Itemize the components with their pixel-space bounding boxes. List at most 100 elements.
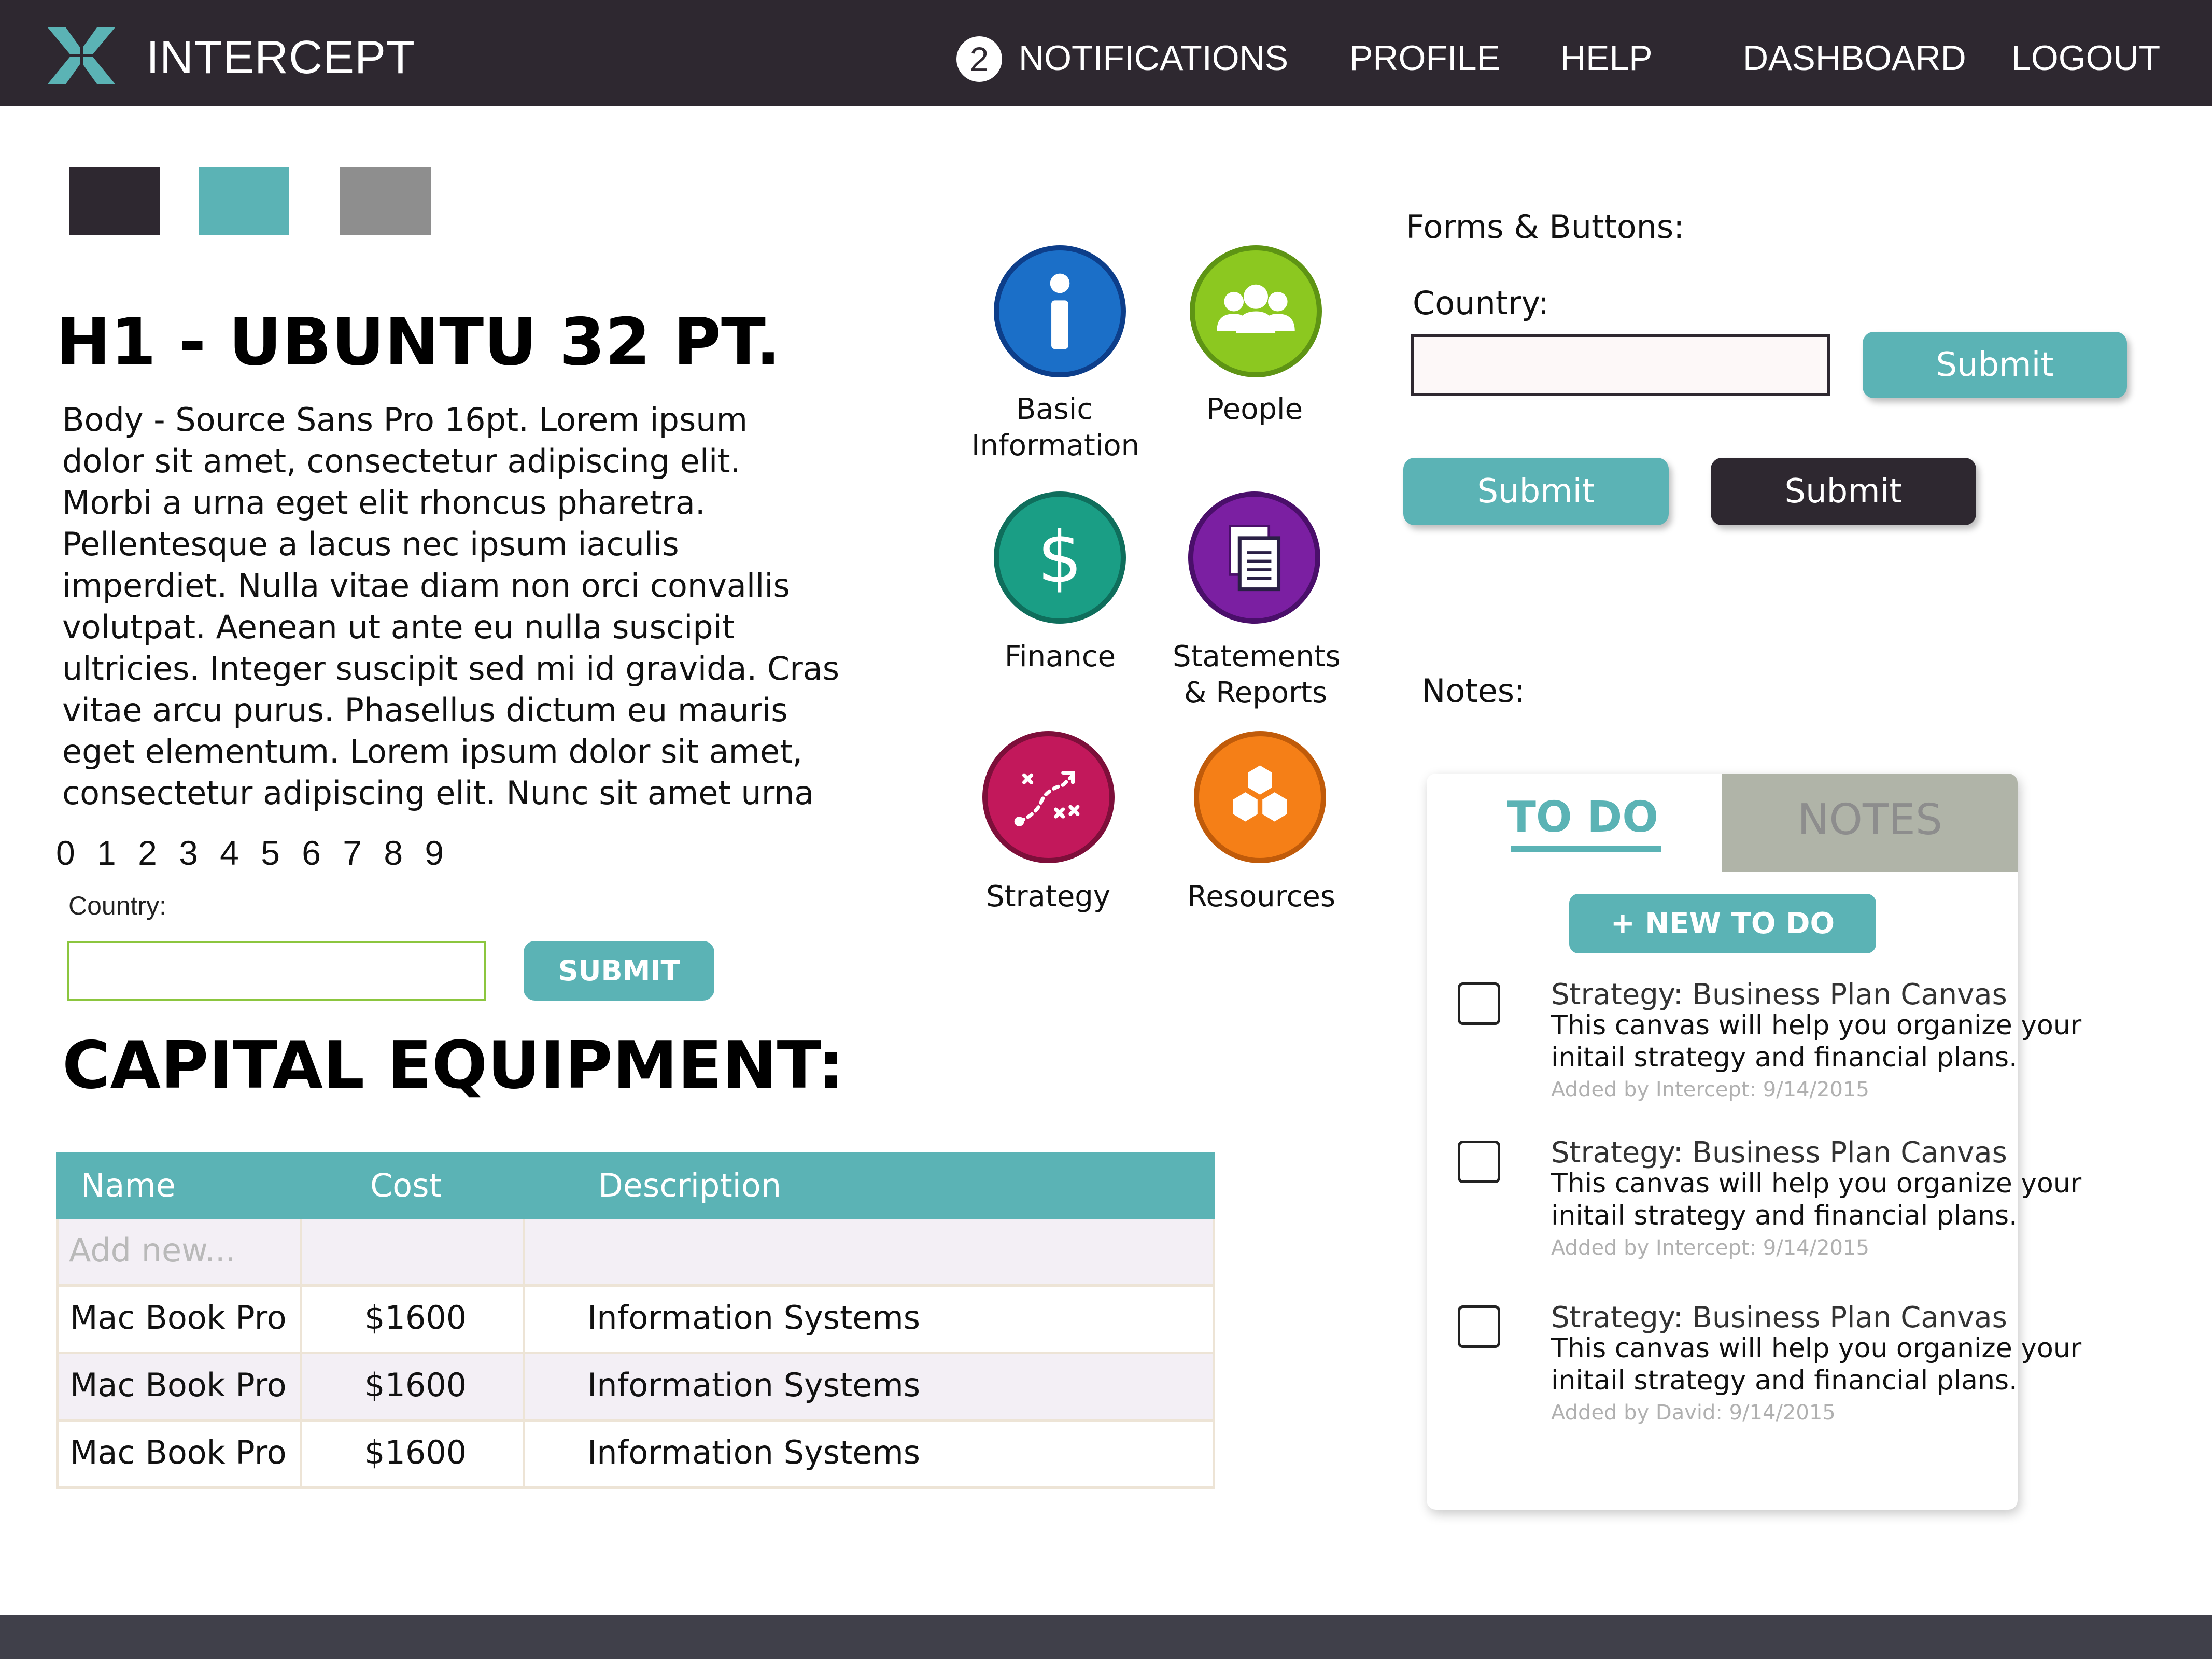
country-label: Country: bbox=[1413, 284, 1549, 322]
country-input[interactable] bbox=[1411, 334, 1830, 396]
nav-logout[interactable]: LOGOUT bbox=[2011, 32, 2160, 84]
cell-divider bbox=[523, 1422, 525, 1486]
country-input-small[interactable] bbox=[67, 941, 486, 1001]
todo-description-line: This canvas will help you organize your bbox=[1551, 1333, 2082, 1364]
dollar-icon: $ bbox=[1037, 517, 1082, 599]
tab-todo[interactable]: TO DO bbox=[1507, 789, 1658, 846]
todo-description: This canvas will help you organize your … bbox=[1551, 1009, 2082, 1074]
people-button[interactable] bbox=[1190, 245, 1322, 377]
body-line: Pellentesque a lacus nec ipsum iaculis bbox=[62, 525, 679, 563]
cell-divider bbox=[300, 1219, 302, 1284]
cell-divider bbox=[523, 1354, 525, 1419]
cell-name: Mac Book Pro bbox=[70, 1299, 287, 1337]
add-new-row[interactable]: Add new... bbox=[56, 1219, 1215, 1287]
nav-dashboard[interactable]: DASHBOARD bbox=[1743, 32, 1966, 84]
todo-description: This canvas will help you organize your … bbox=[1551, 1168, 2082, 1232]
statements-reports-label: Statements bbox=[1173, 640, 1341, 673]
basic-information-button[interactable] bbox=[994, 245, 1126, 377]
body-line: Morbi a urna eget elit rhoncus pharetra. bbox=[62, 484, 706, 522]
color-swatch-gray bbox=[340, 167, 431, 235]
todo-meta: Added by Intercept: 9/14/2015 bbox=[1551, 1078, 1869, 1102]
color-swatch-dark bbox=[69, 167, 160, 235]
cell-divider bbox=[300, 1287, 302, 1352]
info-icon bbox=[1050, 273, 1070, 349]
cell-description: Information Systems bbox=[587, 1366, 921, 1404]
nav-profile[interactable]: PROFILE bbox=[1349, 32, 1500, 84]
basic-information-label: Basic bbox=[1016, 392, 1093, 426]
cell-divider bbox=[523, 1287, 525, 1352]
finance-button[interactable]: $ bbox=[994, 491, 1126, 624]
cell-divider bbox=[523, 1219, 525, 1284]
body-line: volutpat. Aenean ut ante eu nulla suscip… bbox=[62, 608, 735, 646]
statements-reports-label-line2: & Reports bbox=[1184, 676, 1328, 710]
nav-notifications[interactable]: NOTIFICATIONS bbox=[1019, 32, 1288, 84]
intercept-x-logo-icon[interactable] bbox=[43, 23, 120, 88]
column-header-cost[interactable]: Cost bbox=[370, 1152, 442, 1219]
top-navigation-bar: INTERCEPT 2 NOTIFICATIONS PROFILE HELP D… bbox=[0, 0, 2212, 106]
footer-bar bbox=[0, 1615, 2212, 1659]
submit-button-small[interactable]: SUBMIT bbox=[524, 941, 714, 1001]
strategy-icon bbox=[1014, 770, 1080, 826]
body-line: dolor sit amet, consectetur adipiscing e… bbox=[62, 442, 741, 480]
column-header-name[interactable]: Name bbox=[81, 1152, 176, 1219]
todo-description: This canvas will help you organize your … bbox=[1551, 1332, 2082, 1397]
todo-checkbox[interactable] bbox=[1458, 1305, 1500, 1348]
cell-name: Mac Book Pro bbox=[70, 1366, 287, 1404]
cell-cost: $1600 bbox=[364, 1366, 467, 1404]
submit-button-teal-1[interactable]: Submit bbox=[1863, 332, 2127, 398]
strategy-button[interactable] bbox=[982, 731, 1115, 863]
tab-notes[interactable]: NOTES bbox=[1722, 774, 2018, 872]
submit-button-teal-2[interactable]: Submit bbox=[1403, 458, 1669, 525]
finance-label: Finance bbox=[1004, 640, 1116, 673]
body-typography-sample: Body - Source Sans Pro 16pt. Lorem ipsum… bbox=[62, 399, 839, 814]
new-todo-button[interactable]: + NEW TO DO bbox=[1569, 894, 1876, 953]
active-tab-underline bbox=[1511, 846, 1661, 852]
body-line: Body - Source Sans Pro 16pt. Lorem ipsum bbox=[62, 401, 748, 439]
todo-panel: TO DO NOTES + NEW TO DO Strategy: Busine… bbox=[1427, 774, 2082, 1510]
table-row[interactable]: Mac Book Pro $1600 Information Systems bbox=[56, 1287, 1215, 1354]
todo-checkbox[interactable] bbox=[1458, 982, 1500, 1025]
todo-description-line: initail strategy and financial plans. bbox=[1551, 1200, 2018, 1231]
table-row[interactable]: Mac Book Pro $1600 Information Systems bbox=[56, 1422, 1215, 1489]
body-line: eget elementum. Lorem ipsum dolor sit am… bbox=[62, 733, 803, 770]
todo-description-line: This canvas will help you organize your bbox=[1551, 1010, 2082, 1041]
todo-meta: Added by Intercept: 9/14/2015 bbox=[1551, 1236, 1869, 1260]
cell-name: Mac Book Pro bbox=[70, 1433, 287, 1471]
hexagons-icon bbox=[1233, 765, 1287, 822]
body-line: vitae arcu purus. Phasellus dictum eu ma… bbox=[62, 691, 788, 729]
todo-description-line: initail strategy and financial plans. bbox=[1551, 1365, 2018, 1396]
cell-cost: $1600 bbox=[364, 1433, 467, 1471]
people-icon bbox=[1217, 284, 1295, 333]
todo-meta: Added by David: 9/14/2015 bbox=[1551, 1401, 1836, 1425]
nav-help[interactable]: HELP bbox=[1560, 32, 1653, 84]
cell-cost: $1600 bbox=[364, 1299, 467, 1337]
cell-description: Information Systems bbox=[587, 1299, 921, 1337]
document-icon bbox=[1229, 525, 1281, 592]
people-label: People bbox=[1206, 392, 1303, 426]
cell-divider bbox=[300, 1354, 302, 1419]
strategy-label: Strategy bbox=[986, 880, 1110, 913]
todo-title: Strategy: Business Plan Canvas bbox=[1551, 1301, 2007, 1334]
submit-button-dark[interactable]: Submit bbox=[1711, 458, 1976, 525]
forms-buttons-heading: Forms & Buttons: bbox=[1406, 208, 1685, 246]
todo-checkbox[interactable] bbox=[1458, 1141, 1500, 1183]
svg-text:$: $ bbox=[1037, 517, 1082, 599]
table-row[interactable]: Mac Book Pro $1600 Information Systems bbox=[56, 1354, 1215, 1422]
add-new-placeholder[interactable]: Add new... bbox=[69, 1219, 235, 1284]
cell-description: Information Systems bbox=[587, 1433, 921, 1471]
digits-sample: 0 1 2 3 4 5 6 7 8 9 bbox=[56, 834, 450, 872]
capital-equipment-table: Name Cost Description Add new... Mac Boo… bbox=[56, 1152, 1215, 1489]
notification-count-badge[interactable]: 2 bbox=[956, 36, 1002, 82]
todo-description-line: initail strategy and financial plans. bbox=[1551, 1042, 2018, 1073]
basic-information-label-line2: Information bbox=[971, 429, 1140, 462]
body-line: ultricies. Integer suscipit sed mi id gr… bbox=[62, 650, 839, 687]
column-header-description[interactable]: Description bbox=[598, 1152, 781, 1219]
resources-button[interactable] bbox=[1194, 731, 1326, 863]
todo-title: Strategy: Business Plan Canvas bbox=[1551, 978, 2007, 1011]
resources-label: Resources bbox=[1187, 880, 1335, 913]
todo-description-line: This canvas will help you organize your bbox=[1551, 1168, 2082, 1199]
statements-reports-button[interactable] bbox=[1188, 491, 1320, 624]
h1-typography-sample: H1 - UBUNTU 32 PT. bbox=[56, 304, 781, 380]
capital-equipment-title: CAPITAL EQUIPMENT: bbox=[62, 1027, 844, 1103]
brand-name[interactable]: INTERCEPT bbox=[146, 29, 415, 86]
